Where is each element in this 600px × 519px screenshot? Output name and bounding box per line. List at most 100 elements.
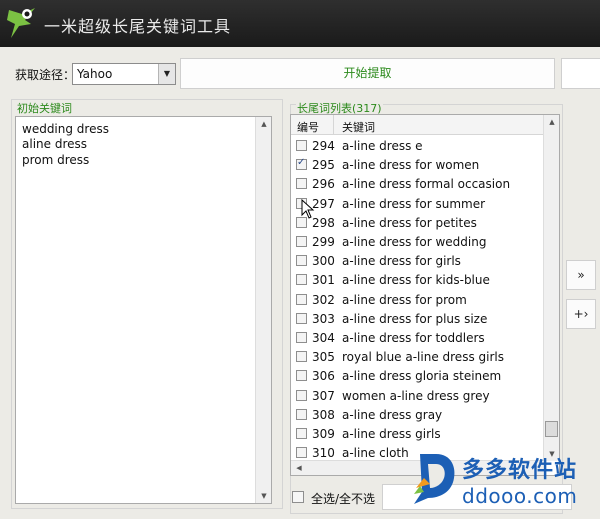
seed-keywords-title: 初始关键词 (16, 100, 73, 116)
start-extract-button[interactable]: 开始提取 (180, 58, 555, 89)
row-checkbox[interactable] (296, 157, 307, 171)
list-row[interactable]: 296 a-line dress formal occasion (291, 174, 545, 193)
row-keyword: a-line dress formal occasion (342, 177, 511, 192)
app-logo-icon (7, 8, 35, 38)
row-checkbox[interactable] (296, 140, 307, 151)
row-keyword: a-line dress for kids-blue (342, 273, 490, 288)
row-keyword: a-line dress gray (342, 407, 443, 422)
longtail-keyword-list[interactable]: 编号 关键词 294 a-line dress e 295 a-line dress … (290, 114, 560, 476)
status-field (561, 58, 600, 89)
row-number: 297 (312, 196, 335, 211)
watermark-url: ddooo.com (462, 484, 578, 508)
row-keyword: a-line dress for summer (342, 196, 486, 211)
row-number: 307 (312, 388, 335, 403)
row-number: 309 (312, 427, 335, 441)
list-row[interactable]: 297 a-line dress for summer (291, 194, 545, 213)
seed-keyword-line: wedding dress (22, 122, 109, 136)
scroll-up-icon[interactable]: ▲ (544, 115, 559, 129)
row-number: 308 (312, 407, 335, 422)
row-keyword: a-line dress for petites (342, 215, 477, 230)
title-bar: 一米超级长尾关键词工具 (0, 0, 600, 47)
scroll-down-icon[interactable]: ▼ (256, 489, 272, 503)
row-number: 300 (312, 254, 335, 269)
row-keyword: a-line dress for plus size (342, 311, 488, 326)
row-checkbox[interactable] (296, 312, 307, 324)
row-keyword: a-line dress for toddlers (342, 331, 485, 345)
row-number: 306 (312, 369, 335, 384)
scroll-up-icon[interactable]: ▲ (256, 117, 272, 131)
row-keyword: a-line dress gloria steinem (342, 369, 502, 384)
row-keyword: a-line cloth (342, 446, 409, 461)
watermark: 多多软件站 ddooo.com (410, 448, 590, 510)
scroll-left-icon[interactable]: ◀ (291, 461, 307, 475)
list-row[interactable]: 302 a-line dress for prom (291, 290, 545, 309)
move-all-button[interactable]: » (566, 260, 596, 290)
seed-keywords-textarea[interactable]: wedding dress aline dress prom dress ▲ ▼ (15, 116, 272, 504)
source-selected-value: Yahoo (77, 67, 113, 81)
source-label: 获取途径： (15, 68, 76, 82)
row-checkbox[interactable] (296, 351, 307, 363)
row-keyword: a-line dress for women (342, 158, 480, 173)
row-number: 305 (312, 350, 335, 365)
row-number: 302 (312, 292, 335, 307)
column-header-keyword[interactable]: 关键词 (342, 119, 375, 135)
row-number: 298 (312, 215, 335, 230)
seed-keyword-line: aline dress (22, 137, 87, 151)
row-checkbox[interactable] (296, 408, 307, 420)
row-keyword: a-line dress for girls (342, 254, 461, 269)
list-row[interactable]: 294 a-line dress e (291, 136, 545, 155)
list-row[interactable]: 307 women a-line dress grey (291, 386, 545, 405)
select-all-checkbox[interactable] (292, 491, 304, 503)
row-number: 296 (312, 177, 335, 192)
list-vertical-scrollbar[interactable]: ▲ ▼ (543, 115, 559, 461)
row-checkbox[interactable] (296, 293, 307, 305)
row-number: 301 (312, 273, 335, 288)
chevron-down-icon[interactable]: ▼ (158, 64, 175, 84)
list-row[interactable]: 303 a-line dress for plus size (291, 309, 545, 328)
row-keyword: a-line dress for prom (342, 292, 467, 307)
list-row[interactable]: 304 a-line dress for toddlers (291, 328, 545, 347)
column-header-number[interactable]: 编号 (297, 119, 319, 135)
row-number: 295 (312, 158, 335, 173)
list-row[interactable]: 298 a-line dress for petites (291, 213, 545, 232)
row-checkbox[interactable] (296, 332, 307, 343)
row-keyword: women a-line dress grey (342, 388, 490, 403)
row-keyword: a-line dress e (342, 139, 423, 153)
column-divider[interactable] (333, 115, 334, 135)
row-checkbox[interactable] (296, 255, 307, 267)
row-checkbox[interactable] (296, 370, 307, 382)
row-keyword: a-line dress for wedding (342, 235, 487, 249)
row-checkbox[interactable] (296, 236, 307, 247)
select-all-label: 全选/全不选 (311, 492, 376, 506)
scroll-thumb[interactable] (545, 421, 558, 437)
seed-keyword-line: prom dress (22, 153, 90, 167)
row-number: 303 (312, 311, 335, 326)
mouse-cursor-icon (301, 199, 315, 219)
list-row[interactable]: 295 a-line dress for women (291, 155, 545, 174)
row-number: 294 (312, 139, 335, 153)
source-select[interactable]: Yahoo ▼ (72, 63, 176, 85)
list-row[interactable]: 306 a-line dress gloria steinem (291, 366, 545, 385)
list-header: 编号 关键词 (291, 115, 545, 135)
move-selected-button[interactable]: +› (566, 299, 596, 329)
row-number: 299 (312, 235, 335, 249)
list-row[interactable]: 305 royal blue a-line dress girls (291, 347, 545, 366)
row-checkbox[interactable] (296, 274, 307, 286)
row-number: 304 (312, 331, 335, 345)
row-checkbox[interactable] (296, 178, 307, 190)
list-row[interactable]: 301 a-line dress for kids-blue (291, 270, 545, 289)
row-keyword: a-line dress girls (342, 427, 441, 441)
row-checkbox[interactable] (296, 389, 307, 401)
row-checkbox[interactable] (296, 447, 307, 459)
list-row[interactable]: 308 a-line dress gray (291, 405, 545, 424)
row-number: 310 (312, 446, 335, 461)
seed-scrollbar[interactable]: ▲ ▼ (255, 117, 271, 503)
list-row[interactable]: 300 a-line dress for girls (291, 251, 545, 270)
watermark-logo-icon (414, 454, 455, 504)
app-title: 一米超级长尾关键词工具 (44, 17, 232, 36)
list-row[interactable]: 309 a-line dress girls (291, 424, 545, 443)
row-checkbox[interactable] (296, 428, 307, 439)
watermark-name: 多多软件站 (462, 458, 578, 483)
row-keyword: royal blue a-line dress girls (342, 350, 504, 365)
list-row[interactable]: 299 a-line dress for wedding (291, 232, 545, 251)
